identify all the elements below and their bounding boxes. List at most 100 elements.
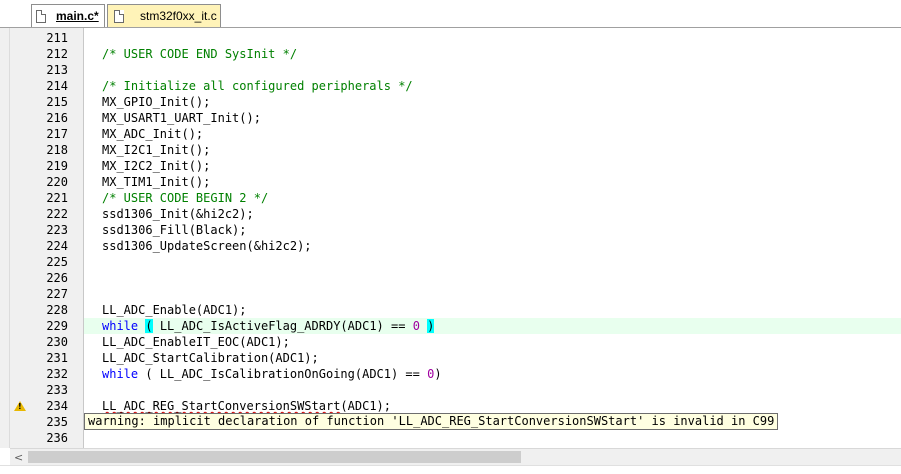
- code-line[interactable]: 211: [0, 30, 901, 46]
- line-number: 212: [46, 47, 68, 61]
- code-line[interactable]: 218 MX_I2C1_Init();: [0, 142, 901, 158]
- code-line-area[interactable]: MX_USART1_UART_Init();: [84, 110, 901, 126]
- code-line[interactable]: 214 /* Initialize all configured peripher…: [0, 78, 901, 94]
- code-line[interactable]: 215 MX_GPIO_Init();: [0, 94, 901, 110]
- code-line[interactable]: 232 while ( LL_ADC_IsCalibrationOnGoing(A…: [0, 366, 901, 382]
- line-number: 214: [46, 79, 68, 93]
- code-line-area[interactable]: MX_I2C1_Init();: [84, 142, 901, 158]
- line-number: 216: [46, 111, 68, 125]
- code-line[interactable]: 229 while ( LL_ADC_IsActiveFlag_ADRDY(ADC…: [0, 318, 901, 334]
- code-line-area[interactable]: MX_TIM1_Init();: [84, 174, 901, 190]
- line-number: 235: [46, 415, 68, 429]
- code-line-area[interactable]: ssd1306_Fill(Black);: [84, 222, 901, 238]
- line-number: 223: [46, 223, 68, 237]
- code-line[interactable]: 224 ssd1306_UpdateScreen(&hi2c2);: [0, 238, 901, 254]
- code-line[interactable]: 222 ssd1306_Init(&hi2c2);: [0, 206, 901, 222]
- code-line-area[interactable]: ssd1306_UpdateScreen(&hi2c2);: [84, 238, 901, 254]
- code-text: MX_I2C1_Init();: [102, 143, 211, 157]
- code-text: ssd1306_Init(&hi2c2);: [102, 207, 254, 221]
- line-number: 230: [46, 335, 68, 349]
- code-text: MX_I2C2_Init();: [102, 159, 211, 173]
- code-text: LL_ADC_REG_StartConversionSWStart(ADC1);: [102, 399, 391, 413]
- code-text: LL_ADC_Enable(ADC1);: [102, 303, 247, 317]
- code-line-area[interactable]: LL_ADC_EnableIT_EOC(ADC1);: [84, 334, 901, 350]
- line-number: 233: [46, 383, 68, 397]
- line-number: 232: [46, 367, 68, 381]
- line-number: 211: [46, 31, 68, 45]
- warning-icon[interactable]: !: [14, 401, 26, 411]
- code-line[interactable]: 219 MX_I2C2_Init();: [0, 158, 901, 174]
- code-line[interactable]: 231 LL_ADC_StartCalibration(ADC1);: [0, 350, 901, 366]
- code-line-area[interactable]: /* USER CODE END SysInit */: [84, 46, 901, 62]
- code-line-area[interactable]: while ( LL_ADC_IsCalibrationOnGoing(ADC1…: [84, 366, 901, 382]
- code-line[interactable]: 234! LL_ADC_REG_StartConversionSWStart(AD…: [0, 398, 901, 414]
- code-line-area[interactable]: MX_I2C2_Init();: [84, 158, 901, 174]
- tab-main-c[interactable]: main.c*: [31, 4, 105, 27]
- line-number: 217: [46, 127, 68, 141]
- code-line[interactable]: 223 ssd1306_Fill(Black);: [0, 222, 901, 238]
- code-line[interactable]: 213: [0, 62, 901, 78]
- code-line[interactable]: 226: [0, 270, 901, 286]
- code-line-area[interactable]: [84, 62, 901, 78]
- scroll-left-arrow-icon[interactable]: <: [14, 451, 23, 464]
- code-line[interactable]: 217 MX_ADC_Init();: [0, 126, 901, 142]
- code-line-area[interactable]: LL_ADC_StartCalibration(ADC1);: [84, 350, 901, 366]
- code-text: MX_GPIO_Init();: [102, 95, 211, 109]
- line-number: 221: [46, 191, 68, 205]
- code-text: ssd1306_UpdateScreen(&hi2c2);: [102, 239, 312, 253]
- code-line-area[interactable]: ssd1306_Init(&hi2c2);: [84, 206, 901, 222]
- code-line[interactable]: 233: [0, 382, 901, 398]
- line-number: 213: [46, 63, 68, 77]
- line-number: 229: [46, 319, 68, 333]
- code-text: /* USER CODE BEGIN 2 */: [102, 191, 269, 205]
- code-line-area[interactable]: [84, 30, 901, 46]
- code-line-area[interactable]: LL_ADC_REG_StartConversionSWStart(ADC1);: [84, 398, 901, 414]
- line-number: 236: [46, 431, 68, 445]
- code-line[interactable]: 236: [0, 430, 901, 446]
- file-icon: [114, 9, 124, 23]
- line-number: 224: [46, 239, 68, 253]
- line-number: 215: [46, 95, 68, 109]
- line-number: 231: [46, 351, 68, 365]
- code-text: while ( LL_ADC_IsActiveFlag_ADRDY(ADC1) …: [102, 319, 435, 333]
- line-number: 218: [46, 143, 68, 157]
- code-text: MX_TIM1_Init();: [102, 175, 211, 189]
- code-text: /* Initialize all configured peripherals…: [102, 79, 413, 93]
- line-number: 222: [46, 207, 68, 221]
- code-line[interactable]: 221 /* USER CODE BEGIN 2 */: [0, 190, 901, 206]
- code-line[interactable]: 227: [0, 286, 901, 302]
- scrollbar-thumb[interactable]: [28, 451, 521, 463]
- code-line-area[interactable]: [84, 430, 901, 446]
- code-line[interactable]: 225: [0, 254, 901, 270]
- code-line[interactable]: 228 LL_ADC_Enable(ADC1);: [0, 302, 901, 318]
- code-line-area[interactable]: LL_ADC_Enable(ADC1);: [84, 302, 901, 318]
- code-text: /* USER CODE END SysInit */: [102, 47, 298, 61]
- tab-stm32f0xx-it-c[interactable]: stm32f0xx_it.c: [107, 4, 221, 27]
- status-strip: [0, 465, 901, 474]
- tab-main-c-label: main.c*: [56, 9, 99, 23]
- code-text: ssd1306_Fill(Black);: [102, 223, 247, 237]
- code-line-area[interactable]: /* USER CODE BEGIN 2 */: [84, 190, 901, 206]
- code-line[interactable]: 230 LL_ADC_EnableIT_EOC(ADC1);: [0, 334, 901, 350]
- line-number: 220: [46, 175, 68, 189]
- code-text: while ( LL_ADC_IsCalibrationOnGoing(ADC1…: [102, 367, 442, 381]
- line-number: 225: [46, 255, 68, 269]
- code-line[interactable]: 216 MX_USART1_UART_Init();: [0, 110, 901, 126]
- code-line[interactable]: 220 MX_TIM1_Init();: [0, 174, 901, 190]
- code-line-area[interactable]: [84, 286, 901, 302]
- code-text: LL_ADC_StartCalibration(ADC1);: [102, 351, 319, 365]
- code-line-area[interactable]: [84, 254, 901, 270]
- code-line-area[interactable]: while ( LL_ADC_IsActiveFlag_ADRDY(ADC1) …: [84, 318, 901, 334]
- warning-tooltip: warning: implicit declaration of functio…: [84, 413, 779, 430]
- code-line-area[interactable]: MX_ADC_Init();: [84, 126, 901, 142]
- code-line-area[interactable]: MX_GPIO_Init();: [84, 94, 901, 110]
- code-line[interactable]: 212 /* USER CODE END SysInit */: [0, 46, 901, 62]
- file-icon: [36, 9, 46, 23]
- code-line-area[interactable]: [84, 382, 901, 398]
- code-text: MX_USART1_UART_Init();: [102, 111, 261, 125]
- code-line-area[interactable]: /* Initialize all configured peripherals…: [84, 78, 901, 94]
- editor-tab-bar: main.c* stm32f0xx_it.c: [0, 0, 901, 28]
- horizontal-scrollbar[interactable]: <: [10, 448, 901, 465]
- line-number: 226: [46, 271, 68, 285]
- code-line-area[interactable]: [84, 270, 901, 286]
